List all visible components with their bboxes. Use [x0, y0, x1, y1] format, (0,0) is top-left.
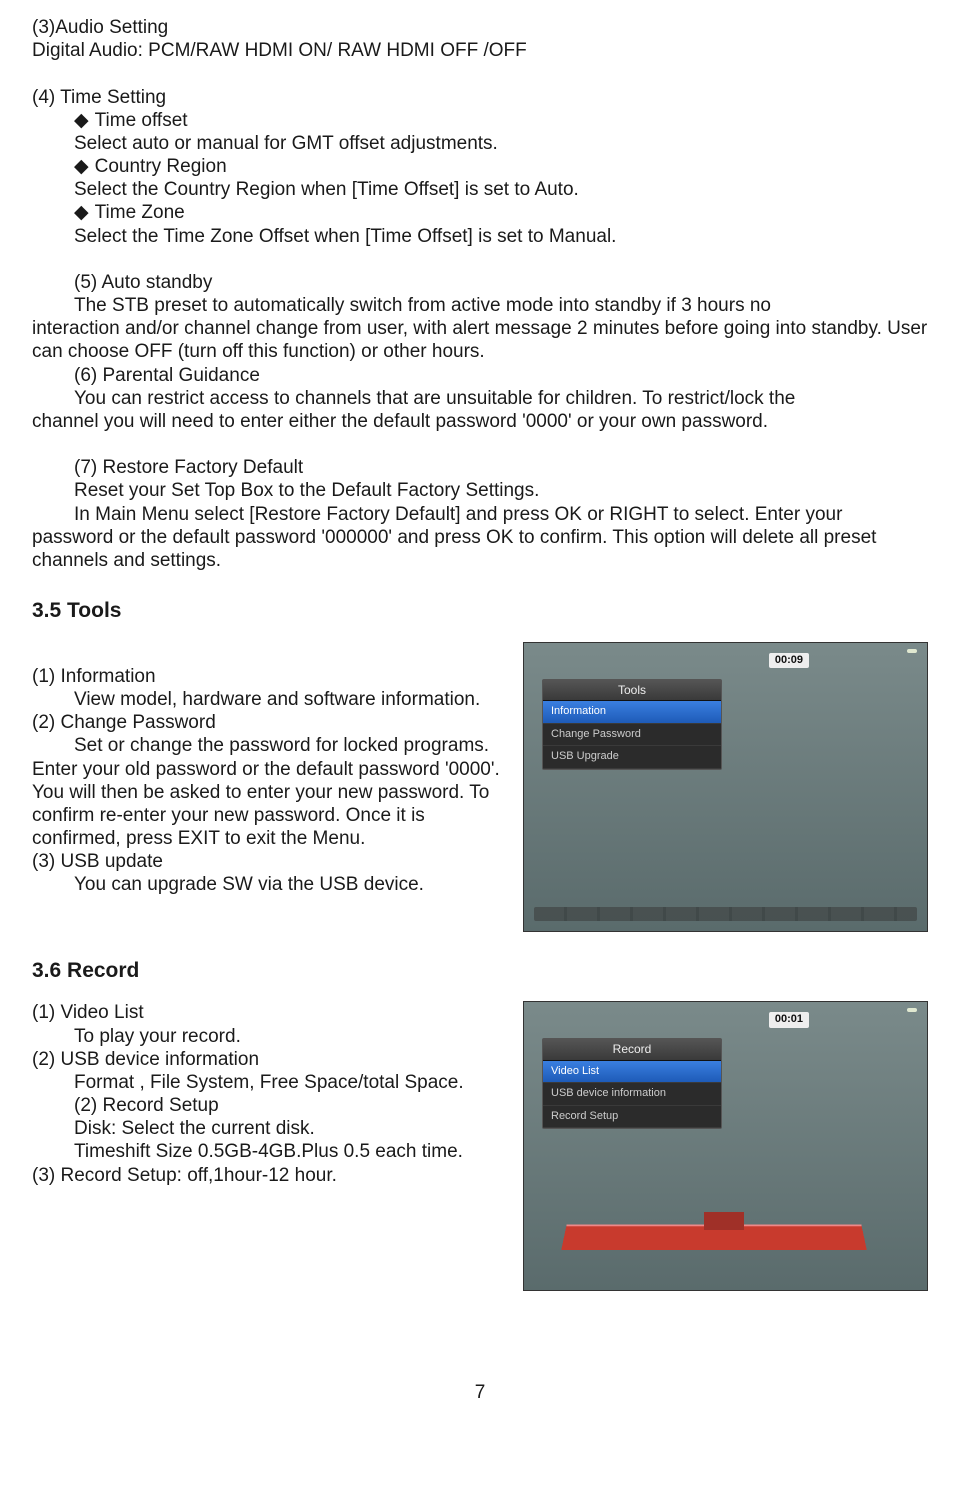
bottom-strip: [534, 907, 917, 921]
tools-usb-title: (3) USB update: [32, 850, 509, 873]
bullet-time-zone-text: Select the Time Zone Offset when [Time O…: [32, 225, 928, 248]
audio-setting-digital: Digital Audio: PCM/RAW HDMI ON/ RAW HDMI…: [32, 39, 928, 62]
bullet-country-region-text: Select the Country Region when [Time Off…: [32, 178, 928, 201]
tools-info-title: (1) Information: [32, 665, 509, 688]
tools-menu-item-information[interactable]: Information: [543, 701, 721, 723]
record-menu-item-video-list[interactable]: Video List: [543, 1061, 721, 1083]
record-setup-sub-title: (2) Record Setup: [32, 1094, 509, 1117]
auto-standby-text-b: interaction and/or channel change from u…: [32, 317, 928, 363]
bullet-country-region-label: Country Region: [32, 155, 928, 178]
tools-menu-item-change-password[interactable]: Change Password: [543, 724, 721, 746]
factory-l2a: In Main Menu select [Restore Factory Def…: [32, 503, 928, 526]
tools-usb-text: You can upgrade SW via the USB device.: [32, 873, 509, 896]
record-setup-title: (3) Record Setup: off,1hour-12 hour.: [32, 1164, 509, 1187]
section-factory-default: (7) Restore Factory Default Reset your S…: [32, 456, 928, 572]
page-number: 7: [32, 1381, 928, 1404]
boat-graphic: [564, 1200, 874, 1250]
tools-menu-item-usb-upgrade[interactable]: USB Upgrade: [543, 746, 721, 768]
tools-menu-title: Tools: [543, 680, 721, 702]
record-setup-disk: Disk: Select the current disk.: [32, 1117, 509, 1140]
auto-standby-text-a: The STB preset to automatically switch f…: [32, 294, 928, 317]
tools-menu-box: Tools Information Change Password USB Up…: [542, 679, 722, 770]
broadcast-badge: [907, 1008, 917, 1012]
bullet-time-zone-label: Time Zone: [32, 201, 928, 224]
record-row: (1) Video List To play your record. (2) …: [32, 1001, 928, 1291]
bullet-time-offset-text: Select auto or manual for GMT offset adj…: [32, 132, 928, 155]
timecode-badge: 00:01: [769, 1012, 809, 1027]
record-menu-title: Record: [543, 1039, 721, 1061]
timecode-badge: 00:09: [769, 653, 809, 668]
factory-l1: Reset your Set Top Box to the Default Fa…: [32, 479, 928, 502]
section-parental-guidance: (6) Parental Guidance You can restrict a…: [32, 364, 928, 434]
heading-record: 3.6 Record: [32, 958, 928, 984]
record-video-list-title: (1) Video List: [32, 1001, 509, 1024]
record-usb-info-text: Format , File System, Free Space/total S…: [32, 1071, 509, 1094]
parental-text-b: channel you will need to enter either th…: [32, 410, 928, 433]
record-text-col: (1) Video List To play your record. (2) …: [32, 1001, 509, 1186]
audio-setting-title: (3)Audio Setting: [32, 16, 928, 39]
bullet-time-offset-label: Time offset: [32, 109, 928, 132]
tools-change-pw-text: Set or change the password for locked pr…: [32, 735, 500, 849]
section-auto-standby: (5) Auto standby The STB preset to autom…: [32, 271, 928, 364]
record-menu-item-record-setup[interactable]: Record Setup: [543, 1106, 721, 1128]
record-setup-timeshift: Timeshift Size 0.5GB-4GB.Plus 0.5 each t…: [32, 1140, 509, 1163]
parental-title: (6) Parental Guidance: [32, 364, 928, 387]
tools-change-pw-title: (2) Change Password: [32, 711, 509, 734]
section-audio-setting: (3)Audio Setting Digital Audio: PCM/RAW …: [32, 16, 928, 62]
time-setting-title: (4) Time Setting: [32, 86, 928, 109]
parental-text-a: You can restrict access to channels that…: [32, 387, 928, 410]
record-menu-item-usb-info[interactable]: USB device information: [543, 1083, 721, 1105]
record-usb-info-title: (2) USB device information: [32, 1048, 509, 1071]
record-menu-box: Record Video List USB device information…: [542, 1038, 722, 1129]
broadcast-badge: [907, 649, 917, 653]
factory-l2b: password or the default password '000000…: [32, 526, 928, 572]
factory-title: (7) Restore Factory Default: [32, 456, 928, 479]
section-time-setting: (4) Time Setting Time offset Select auto…: [32, 86, 928, 248]
tools-info-text: View model, hardware and software inform…: [32, 688, 509, 711]
tools-screenshot: 00:09 Tools Information Change Password …: [523, 642, 928, 932]
heading-tools: 3.5 Tools: [32, 598, 928, 624]
tools-row: (1) Information View model, hardware and…: [32, 642, 928, 932]
auto-standby-title: (5) Auto standby: [32, 271, 928, 294]
record-video-list-text: To play your record.: [32, 1025, 509, 1048]
record-screenshot: 00:01 Record Video List USB device infor…: [523, 1001, 928, 1291]
tools-text-col: (1) Information View model, hardware and…: [32, 642, 509, 897]
